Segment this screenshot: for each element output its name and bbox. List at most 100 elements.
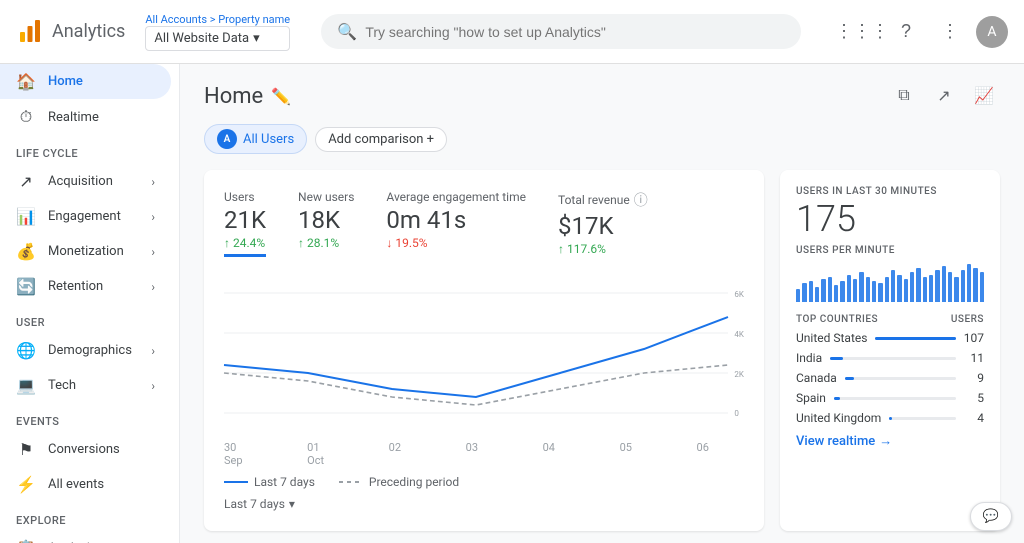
country-bar: [834, 397, 840, 400]
main-layout: 🏠 Home ⏱ Realtime LIFE CYCLE ↗ Acquisiti…: [0, 64, 1024, 543]
insights-btn[interactable]: 📈: [968, 80, 1000, 112]
country-bar-wrap: [834, 397, 956, 400]
share-btn[interactable]: ↗: [928, 80, 960, 112]
mini-bar: [967, 264, 971, 302]
header-actions: ⋮⋮⋮ ? ⋮ A: [844, 14, 1008, 50]
chart-icon: 📈: [974, 86, 994, 106]
sidebar-item-acquisition-label: Acquisition: [48, 174, 113, 189]
sidebar-item-demographics[interactable]: 🌐 Demographics ›: [0, 333, 171, 368]
sidebar-item-conversions-label: Conversions: [48, 442, 120, 457]
country-row: India 11: [796, 351, 984, 365]
feedback-button[interactable]: 💬: [970, 502, 1012, 531]
search-input[interactable]: [365, 24, 785, 40]
sidebar-item-acquisition[interactable]: ↗ Acquisition ›: [0, 164, 171, 199]
country-count: 11: [964, 351, 984, 365]
mini-bar-chart: [796, 262, 984, 302]
chevron-right-icon4: ›: [151, 280, 155, 294]
sidebar-item-monetization[interactable]: 💰 Monetization ›: [0, 234, 171, 269]
sidebar: 🏠 Home ⏱ Realtime LIFE CYCLE ↗ Acquisiti…: [0, 64, 180, 543]
sidebar-item-analysis[interactable]: 📋 Analysis ›: [0, 531, 171, 543]
events-section-label: EVENTS: [0, 403, 179, 432]
mini-bar: [910, 272, 914, 302]
avatar[interactable]: A: [976, 16, 1008, 48]
view-realtime-link[interactable]: View realtime →: [796, 433, 984, 449]
metrics-row: Users 21K ↑ 24.4% New users 18K ↑ 28.1% …: [224, 190, 744, 257]
share-report-btn[interactable]: ⧉: [888, 80, 920, 112]
country-bar: [875, 337, 955, 340]
mini-bar: [980, 272, 984, 302]
country-row: United Kingdom 4: [796, 411, 984, 425]
search-bar[interactable]: 🔍: [321, 14, 801, 49]
help-icon-btn[interactable]: ?: [888, 14, 924, 50]
app-title: Analytics: [52, 21, 125, 42]
country-bar-wrap: [875, 337, 955, 340]
chevron-right-icon6: ›: [151, 379, 155, 393]
sidebar-item-home[interactable]: 🏠 Home: [0, 64, 171, 99]
sidebar-item-realtime[interactable]: ⏱ Realtime: [0, 99, 171, 135]
chart-range-selector[interactable]: Last 7 days ▾: [224, 497, 744, 511]
mini-bar: [859, 272, 863, 302]
export-icon: ↗: [937, 86, 950, 106]
top-countries-label: TOP COUNTRIES: [796, 314, 878, 325]
metric-revenue[interactable]: Total revenue ⓘ $17K ↑ 117.6%: [558, 190, 648, 257]
country-count: 9: [964, 371, 984, 385]
apps-icon: ⋮⋮⋮: [835, 21, 889, 42]
svg-text:2K: 2K: [734, 370, 744, 379]
country-bar-wrap: [889, 417, 956, 420]
sidebar-item-engagement-label: Engagement: [48, 209, 121, 224]
metric-revenue-value: $17K: [558, 212, 648, 240]
sidebar-item-retention-label: Retention: [48, 279, 103, 294]
page-edit-icon[interactable]: ✏️: [271, 87, 291, 106]
property-selector[interactable]: All Website Data ▾: [145, 26, 290, 51]
add-comparison-btn[interactable]: Add comparison +: [315, 127, 447, 152]
country-name: India: [796, 351, 822, 365]
segment-chip-label: All Users: [243, 132, 294, 147]
sidebar-item-home-label: Home: [48, 74, 83, 89]
chart-card: Users 21K ↑ 24.4% New users 18K ↑ 28.1% …: [204, 170, 764, 531]
mini-bar: [891, 270, 895, 302]
explore-section-label: EXPLORE: [0, 502, 179, 531]
country-name: United States: [796, 331, 867, 345]
legend-last7-label: Last 7 days: [254, 475, 315, 489]
search-icon: 🔍: [337, 22, 357, 41]
metric-users[interactable]: Users 21K ↑ 24.4%: [224, 190, 266, 257]
chevron-right-icon2: ›: [151, 210, 155, 224]
metric-new-users[interactable]: New users 18K ↑ 28.1%: [298, 190, 354, 257]
country-bar: [889, 417, 892, 420]
mini-bar: [942, 266, 946, 302]
mini-bar: [923, 277, 927, 302]
view-realtime-label: View realtime: [796, 434, 875, 449]
sidebar-item-tech[interactable]: 💻 Tech ›: [0, 368, 171, 403]
metric-revenue-label: Total revenue ⓘ: [558, 190, 648, 210]
analysis-icon: 📋: [16, 539, 36, 543]
country-count: 107: [964, 331, 984, 345]
chevron-right-icon: ›: [151, 175, 155, 189]
metric-engagement[interactable]: Average engagement time 0m 41s ↓ 19.5%: [386, 190, 526, 257]
all-users-chip[interactable]: A All Users: [204, 124, 307, 154]
metric-users-change: ↑ 24.4%: [224, 236, 266, 250]
revenue-info-icon[interactable]: ⓘ: [634, 190, 648, 210]
country-name: Spain: [796, 391, 826, 405]
sidebar-item-all-events[interactable]: ⚡ All events: [0, 467, 171, 502]
metric-new-users-value: 18K: [298, 206, 354, 234]
metric-engagement-value: 0m 41s: [386, 206, 526, 234]
sidebar-item-retention[interactable]: 🔄 Retention ›: [0, 269, 171, 304]
conversions-icon: ⚑: [16, 440, 36, 459]
users-per-minute-label: USERS PER MINUTE: [796, 245, 984, 256]
app-header: Analytics All Accounts > Property name A…: [0, 0, 1024, 64]
country-name: Canada: [796, 371, 837, 385]
mini-bar: [853, 279, 857, 302]
country-count: 4: [964, 411, 984, 425]
chevron-right-icon3: ›: [151, 245, 155, 259]
feedback-icon: 💬: [983, 509, 999, 524]
mini-bar: [809, 281, 813, 302]
legend-last7: Last 7 days: [224, 475, 315, 489]
comparison-bar: A All Users Add comparison +: [204, 124, 1000, 154]
sidebar-item-engagement[interactable]: 📊 Engagement ›: [0, 199, 171, 234]
sidebar-item-conversions[interactable]: ⚑ Conversions: [0, 432, 171, 467]
sidebar-item-realtime-label: Realtime: [48, 110, 99, 125]
more-icon-btn[interactable]: ⋮: [932, 14, 968, 50]
realtime-count: 175: [796, 201, 984, 237]
apps-icon-btn[interactable]: ⋮⋮⋮: [844, 14, 880, 50]
chart-x-labels: 30Sep 01Oct 02 03 04 05 06: [224, 441, 709, 467]
